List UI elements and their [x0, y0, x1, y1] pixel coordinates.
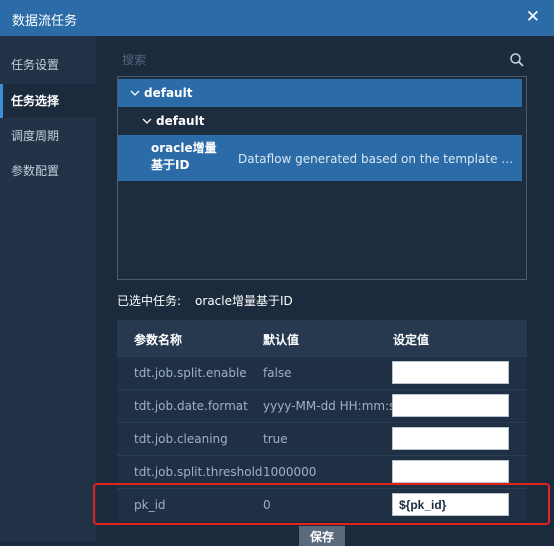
table-row: tdt.job.date.format yyyy-MM-dd HH:mm:ss — [117, 389, 527, 422]
save-button[interactable]: 保存 — [299, 526, 345, 546]
selected-task-line: 已选中任务: oracle增量基于ID — [117, 292, 293, 309]
sidebar: 任务设置 任务选择 调度周期 参数配置 — [0, 36, 96, 542]
tree-node-label: default — [144, 86, 193, 100]
param-name: tdt.job.date.format — [134, 399, 248, 413]
chevron-down-icon[interactable] — [142, 116, 152, 126]
param-default: 1000000 — [263, 465, 317, 479]
param-default: yyyy-MM-dd HH:mm:ss — [263, 399, 402, 413]
table-row: tdt.job.split.enable false — [117, 356, 527, 389]
param-value-input[interactable] — [392, 460, 509, 483]
close-icon[interactable]: ✕ — [526, 7, 540, 27]
param-name: pk_id — [134, 498, 166, 512]
table-row: tdt.job.cleaning true — [117, 422, 527, 455]
column-header: 参数名称 — [134, 333, 183, 347]
tree-task-row[interactable]: oracle增量基于ID Dataflow generated based on… — [118, 135, 522, 181]
sidebar-item-schedule[interactable]: 调度周期 — [0, 119, 96, 153]
param-value-input[interactable] — [392, 427, 509, 450]
table-header: 参数名称 默认值 设定值 — [117, 320, 527, 356]
window-title: 数据流任务 — [12, 14, 78, 29]
param-value-input[interactable] — [392, 394, 509, 417]
param-name: tdt.job.split.threshold — [134, 465, 263, 479]
tree-node-root[interactable]: default — [118, 79, 522, 107]
table-row: pk_id 0 — [117, 488, 527, 521]
tree-node-child[interactable]: default — [118, 107, 522, 135]
column-header: 默认值 — [263, 333, 300, 347]
task-name: oracle增量基于ID — [151, 141, 217, 172]
sidebar-item-task-settings[interactable]: 任务设置 — [0, 48, 96, 82]
param-default: 0 — [263, 498, 271, 512]
tree-node-label: default — [156, 114, 205, 128]
param-name: tdt.job.cleaning — [134, 432, 228, 446]
column-header: 设定值 — [393, 333, 430, 347]
table-row: tdt.job.split.threshold 1000000 — [117, 455, 527, 488]
param-table: 参数名称 默认值 设定值 tdt.job.split.enable false … — [117, 320, 527, 521]
selected-task-label: 已选中任务: — [117, 294, 182, 308]
task-tree: default default oracle增量基于ID Dataflow ge… — [117, 76, 527, 280]
param-name: tdt.job.split.enable — [134, 366, 247, 380]
task-description: Dataflow generated based on the template… — [238, 152, 516, 166]
param-value-input[interactable] — [392, 493, 509, 516]
sidebar-item-task-selection[interactable]: 任务选择 — [0, 84, 96, 118]
search-icon[interactable] — [509, 52, 525, 68]
param-default: true — [263, 432, 288, 446]
search-input[interactable] — [118, 50, 512, 70]
chevron-down-icon[interactable] — [130, 88, 140, 98]
param-default: false — [263, 366, 292, 380]
title-bar: 数据流任务 ✕ — [0, 0, 554, 36]
param-value-input[interactable] — [392, 361, 509, 384]
sidebar-item-params[interactable]: 参数配置 — [0, 154, 96, 188]
selected-task-value: oracle增量基于ID — [195, 294, 293, 308]
